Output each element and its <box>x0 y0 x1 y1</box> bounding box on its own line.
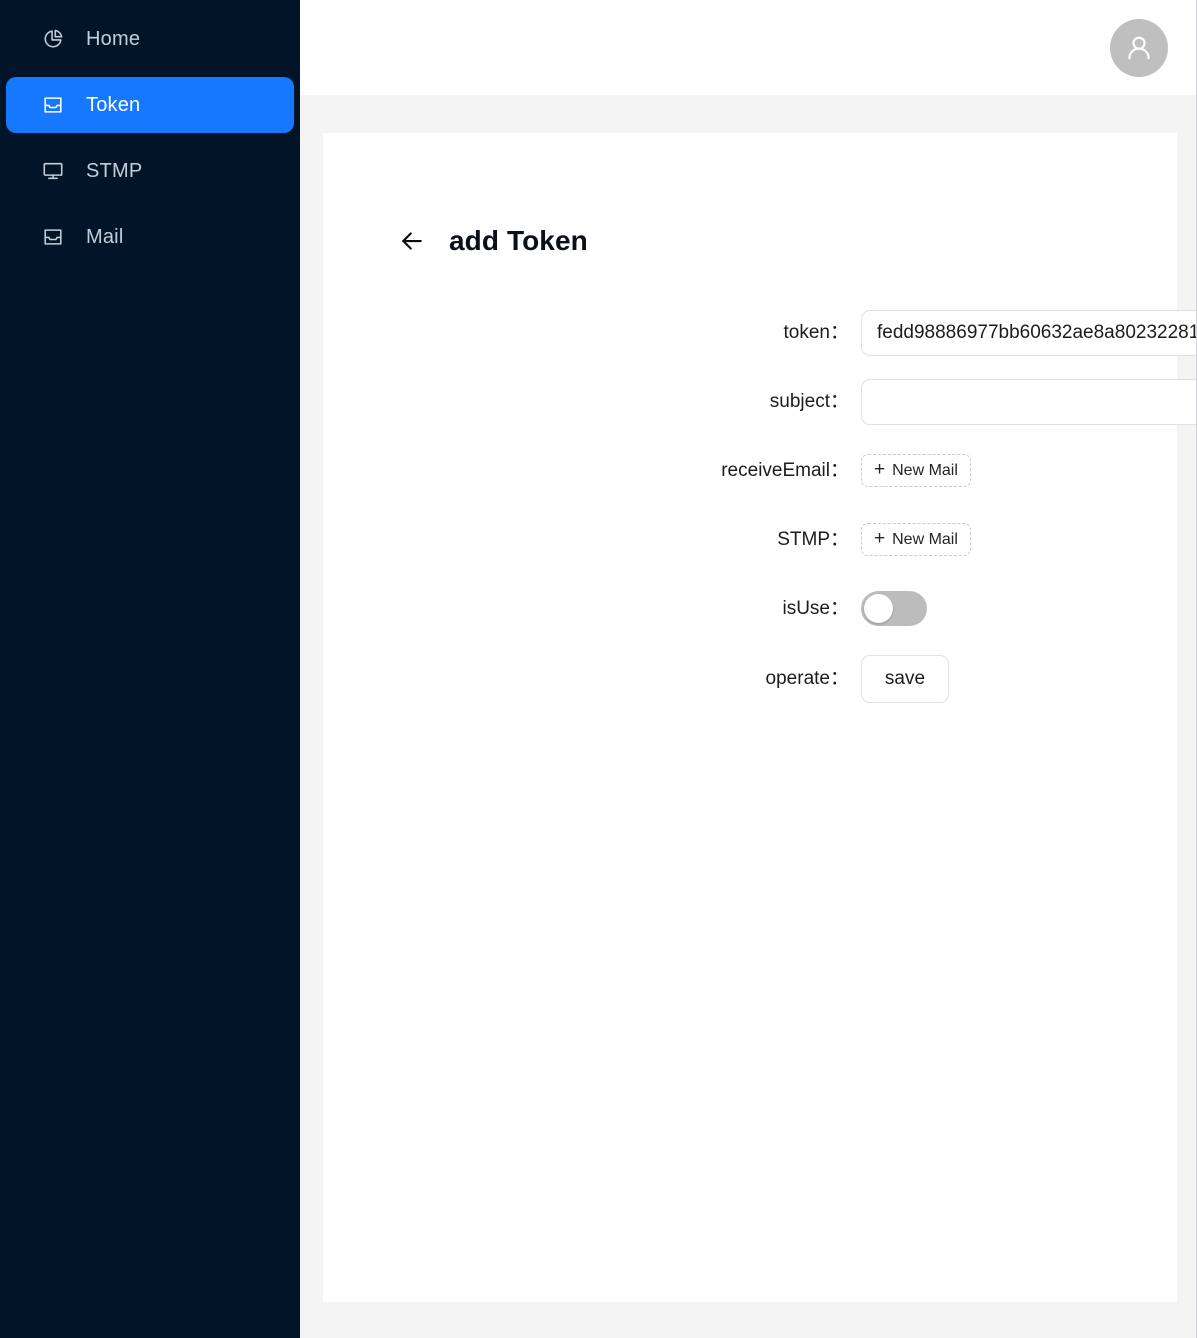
plus-icon: + <box>874 459 886 480</box>
subject-field-wrap <box>861 378 1197 425</box>
add-stmp-label: New Mail <box>892 530 958 548</box>
stmp-label: STMP： <box>777 529 849 550</box>
main-column: add Token token： subject： <box>300 0 1197 1338</box>
user-avatar-button[interactable] <box>1110 18 1168 77</box>
token-field-wrap <box>861 309 1197 356</box>
token-input[interactable] <box>861 309 1197 356</box>
add-receive-email-label: New Mail <box>892 461 958 479</box>
sidebar-item-home[interactable]: Home <box>6 11 294 67</box>
form-row-operate: operate： save <box>323 654 1177 703</box>
form-row-token: token： <box>323 309 1197 356</box>
sidebar-item-label: STMP <box>86 160 143 182</box>
is-use-label: isUse： <box>782 598 849 619</box>
token-form: token： subject： receiveEma <box>323 309 1197 703</box>
subject-label: subject： <box>769 391 849 412</box>
form-row-subject: subject： <box>323 378 1197 425</box>
subject-input[interactable] <box>861 378 1197 425</box>
sidebar-item-mail[interactable]: Mail <box>6 209 294 265</box>
operate-label: operate： <box>765 668 849 689</box>
pie-chart-icon <box>42 28 64 50</box>
plus-icon: + <box>874 528 886 549</box>
add-stmp-button[interactable]: + New Mail <box>861 523 971 556</box>
add-receive-email-button[interactable]: + New Mail <box>861 454 971 487</box>
operate-field-wrap: save <box>861 654 949 703</box>
sidebar-item-label: Token <box>86 94 141 116</box>
page-header: add Token <box>323 133 1177 274</box>
sidebar: Home Token STMP Mail <box>0 0 300 1338</box>
arrow-left-icon[interactable] <box>395 224 429 258</box>
user-avatar-icon <box>1122 31 1156 65</box>
sidebar-item-label: Home <box>86 28 141 50</box>
receive-email-label: receiveEmail： <box>721 460 849 481</box>
content-area: add Token token： subject： <box>300 95 1197 1338</box>
top-bar <box>300 0 1197 95</box>
sidebar-item-label: Mail <box>86 226 124 248</box>
monitor-icon <box>42 160 64 182</box>
is-use-toggle[interactable] <box>861 591 927 626</box>
token-label: token： <box>783 322 849 343</box>
form-row-stmp: STMP： + New Mail <box>323 517 1177 563</box>
toggle-knob <box>864 594 893 623</box>
sidebar-item-stmp[interactable]: STMP <box>6 143 294 199</box>
app-root: Home Token STMP Mail add Token token： fe… <box>0 0 1197 1338</box>
form-card: add Token token： subject： <box>323 133 1197 1302</box>
is-use-field-wrap <box>861 591 927 626</box>
inbox-icon <box>42 94 64 116</box>
form-row-receive-email: receiveEmail： + New Mail <box>323 448 1177 494</box>
sidebar-item-token[interactable]: Token <box>6 77 294 133</box>
receive-email-field-wrap: + New Mail <box>861 454 971 487</box>
stmp-field-wrap: + New Mail <box>861 523 971 556</box>
save-button[interactable]: save <box>861 654 949 703</box>
inbox-icon <box>42 226 64 248</box>
form-row-is-use: isUse： <box>323 586 1177 632</box>
page-title: add Token <box>449 224 588 256</box>
